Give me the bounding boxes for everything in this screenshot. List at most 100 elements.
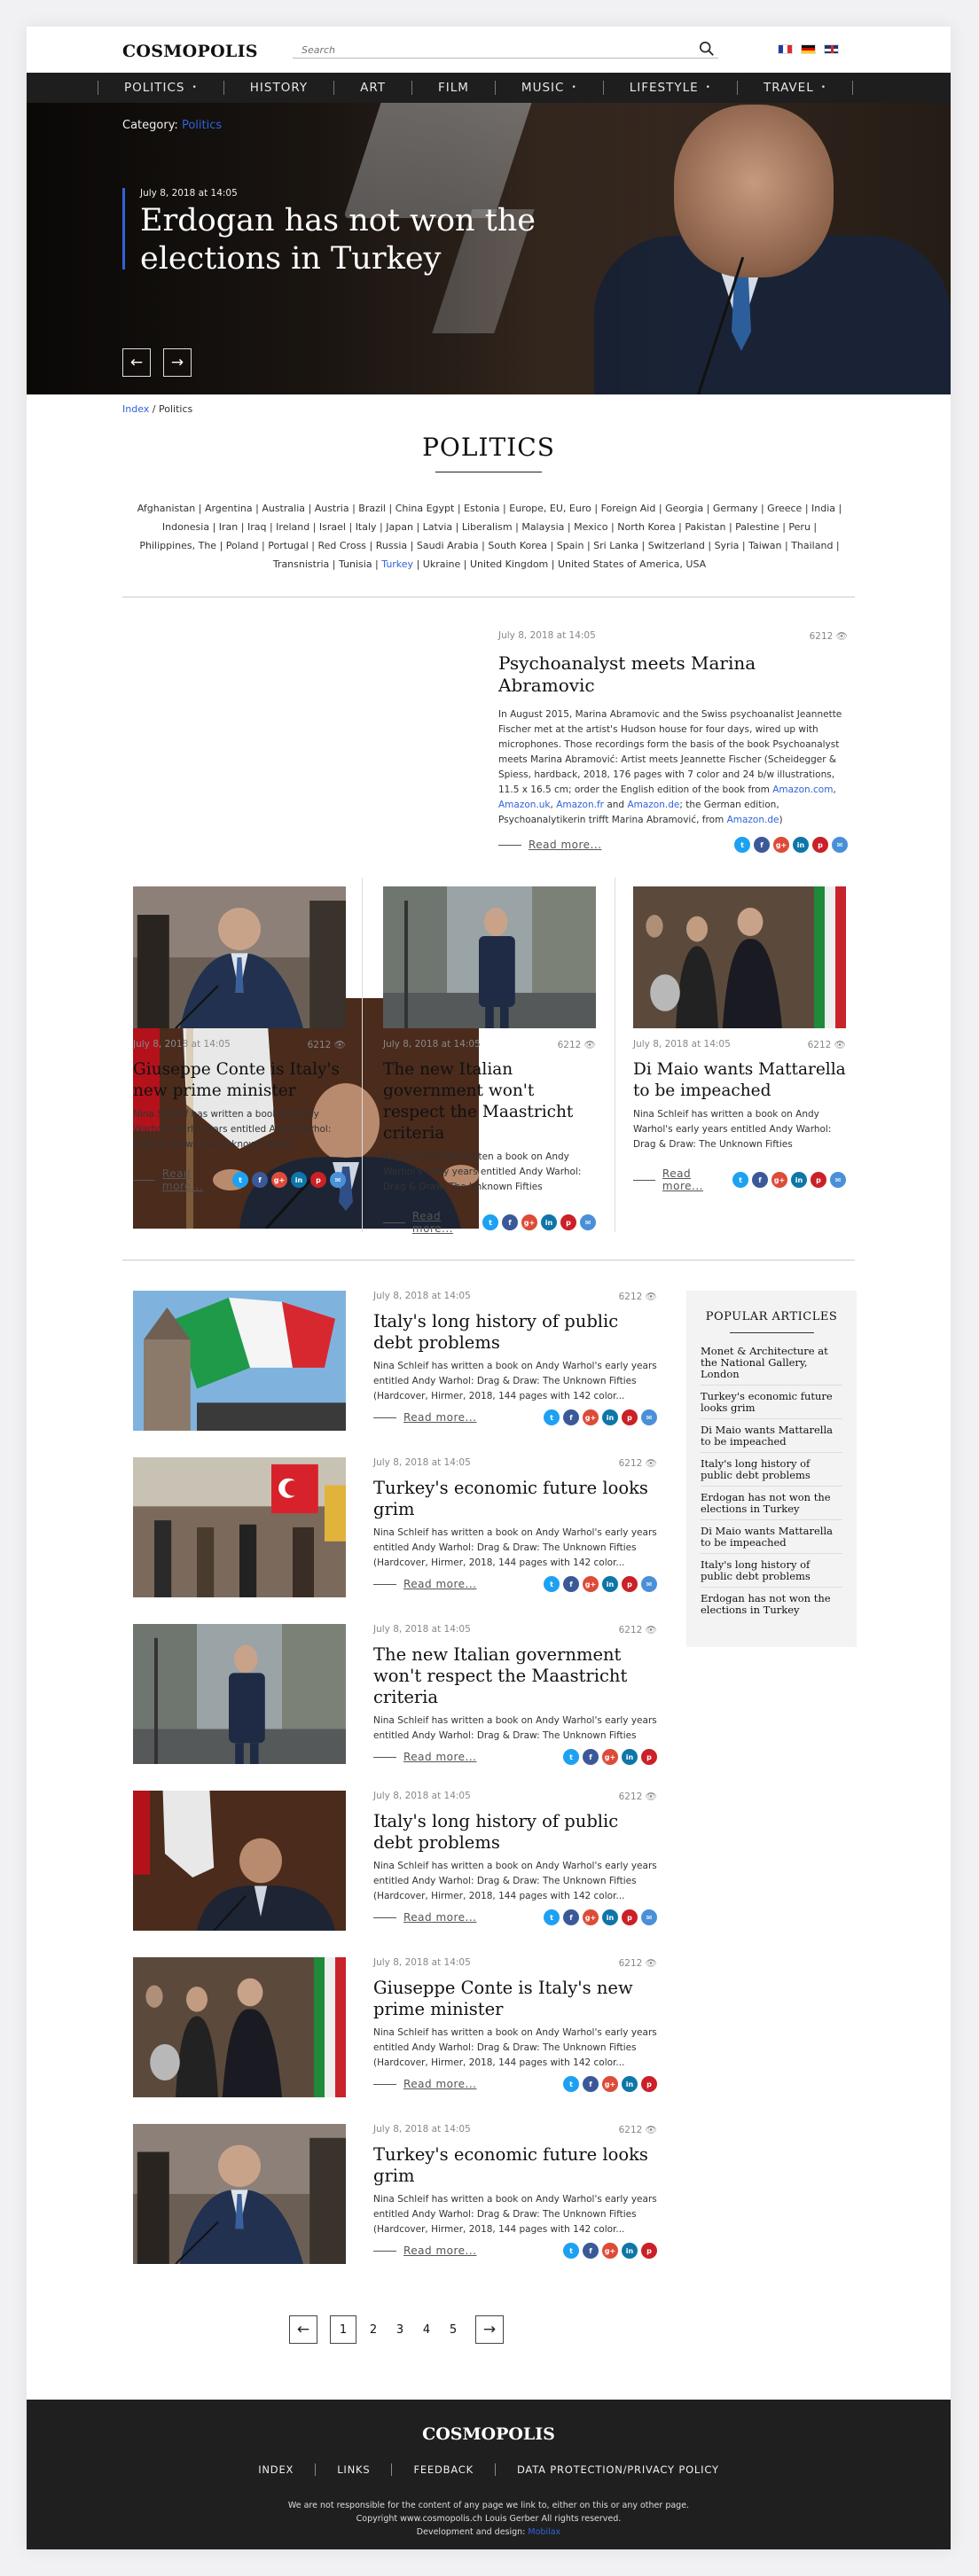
pinterest-icon[interactable]: p [811,1172,826,1188]
tag-link[interactable]: Philippines, The [139,540,216,551]
footer-link[interactable]: DATA PROTECTION/PRIVACY POLICY [496,2463,740,2476]
twitter-icon[interactable]: t [544,1409,560,1425]
tag-link[interactable]: Europe, EU, Euro [509,503,591,514]
article-title[interactable]: Italy's long history of public debt prob… [373,1311,657,1354]
hero-category-link[interactable]: Politics [182,119,222,132]
tag-link[interactable]: Afghanistan [137,503,195,514]
nav-item-film[interactable]: FILM [412,73,495,103]
twitter-icon[interactable]: t [563,2076,579,2092]
prev-page-button[interactable]: ← [289,2315,317,2344]
google-plus-icon[interactable]: g+ [602,2243,618,2259]
popular-article-link[interactable]: Di Maio wants Mattarella to be impeached [701,1520,842,1554]
tag-link[interactable]: India [811,503,835,514]
fr-flag-icon[interactable] [778,44,793,54]
popular-article-link[interactable]: Turkey's economic future looks grim [701,1386,842,1419]
tag-link[interactable]: South Korea [488,540,547,551]
linkedin-icon[interactable]: in [602,1576,618,1592]
hero-prev-button[interactable]: ← [122,348,151,377]
tag-link[interactable]: Japan [386,521,413,533]
tag-link[interactable]: Brazil [358,503,386,514]
site-logo[interactable]: COSMOPOLIS [122,42,258,61]
read-more-link[interactable]: Read more... [633,1167,732,1192]
nav-item-history[interactable]: HISTORY [224,73,333,103]
article-title[interactable]: Giuseppe Conte is Italy's new prime mini… [133,1059,346,1102]
facebook-icon[interactable]: f [252,1172,268,1188]
nav-item-art[interactable]: ART [334,73,411,103]
search-box[interactable] [293,39,718,59]
email-icon[interactable]: ✉ [830,1172,846,1188]
article-title[interactable]: The new Italian government won't respect… [373,1644,657,1708]
tag-link[interactable]: Turkey [381,558,413,570]
tag-link[interactable]: North Korea [617,521,675,533]
email-icon[interactable]: ✉ [641,1909,657,1925]
hero-title[interactable]: Erdogan has not won the elections in Tur… [140,202,601,278]
read-more-link[interactable]: Read more... [373,2244,477,2257]
twitter-icon[interactable]: t [544,1909,560,1925]
popular-article-link[interactable]: Italy's long history of public debt prob… [701,1554,842,1588]
article-title[interactable]: Di Maio wants Mattarella to be impeached [633,1059,846,1102]
twitter-icon[interactable]: t [544,1576,560,1592]
article-title[interactable]: Turkey's economic future looks grim [373,2144,657,2187]
page-3-button[interactable]: 3 [387,2315,413,2344]
article-image[interactable] [133,1957,346,2097]
facebook-icon[interactable]: f [583,2076,599,2092]
pinterest-icon[interactable]: p [622,1409,638,1425]
email-icon[interactable]: ✉ [641,1576,657,1592]
tag-link[interactable]: Australia [262,503,305,514]
tag-link[interactable]: Sri Lanka [593,540,638,551]
article-image[interactable] [633,886,846,1028]
article-image[interactable] [133,1457,346,1597]
tag-link[interactable]: Switzerland [648,540,705,551]
pinterest-icon[interactable]: p [310,1172,326,1188]
facebook-icon[interactable]: f [583,1749,599,1765]
article-image[interactable] [383,886,596,1028]
amazon-link[interactable]: Amazon.de [727,815,779,825]
page-4-button[interactable]: 4 [413,2315,440,2344]
read-more-link[interactable]: Read more... [373,1411,477,1424]
tag-link[interactable]: Israel [319,521,346,533]
twitter-icon[interactable]: t [563,1749,579,1765]
tag-link[interactable]: United States of America, USA [558,558,706,570]
amazon-link[interactable]: Amazon.com [772,785,833,795]
facebook-icon[interactable]: f [754,837,770,853]
linkedin-icon[interactable]: in [541,1214,557,1230]
tag-link[interactable]: Indonesia [162,521,209,533]
email-icon[interactable]: ✉ [641,1409,657,1425]
read-more-link[interactable]: Read more... [373,1751,477,1763]
gb-flag-icon[interactable] [824,44,839,54]
tag-link[interactable]: Germany [713,503,758,514]
linkedin-icon[interactable]: in [622,1749,638,1765]
tag-link[interactable]: Foreign Aid [601,503,656,514]
facebook-icon[interactable]: f [752,1172,768,1188]
google-plus-icon[interactable]: g+ [521,1214,537,1230]
pinterest-icon[interactable]: p [622,1909,638,1925]
facebook-icon[interactable]: f [563,1576,579,1592]
next-page-button[interactable]: → [475,2315,504,2344]
read-more-link[interactable]: Read more... [133,1167,232,1192]
search-input[interactable] [293,39,683,56]
nav-item-lifestyle[interactable]: LIFESTYLE • [604,73,737,103]
nav-item-music[interactable]: MUSIC • [496,73,603,103]
linkedin-icon[interactable]: in [291,1172,307,1188]
amazon-link[interactable]: Amazon.fr [556,800,604,810]
linkedin-icon[interactable]: in [602,1909,618,1925]
facebook-icon[interactable]: f [563,1909,579,1925]
google-plus-icon[interactable]: g+ [583,1909,599,1925]
linkedin-icon[interactable]: in [622,2076,638,2092]
footer-link[interactable]: FEEDBACK [392,2463,495,2476]
tag-link[interactable]: Red Cross [317,540,366,551]
linkedin-icon[interactable]: in [602,1409,618,1425]
tag-link[interactable]: Italy [356,521,377,533]
read-more-link[interactable]: Read more... [383,1210,482,1235]
tag-link[interactable]: Transnistria [273,558,329,570]
tag-link[interactable]: Malaysia [521,521,564,533]
amazon-link[interactable]: Amazon.uk [498,800,551,810]
tag-link[interactable]: Peru [788,521,811,533]
article-title[interactable]: Turkey's economic future looks grim [373,1478,657,1520]
facebook-icon[interactable]: f [502,1214,518,1230]
google-plus-icon[interactable]: g+ [583,1576,599,1592]
tag-link[interactable]: Pakistan [685,521,725,533]
search-icon[interactable] [699,41,715,57]
article-image[interactable] [133,1791,346,1931]
linkedin-icon[interactable]: in [791,1172,807,1188]
